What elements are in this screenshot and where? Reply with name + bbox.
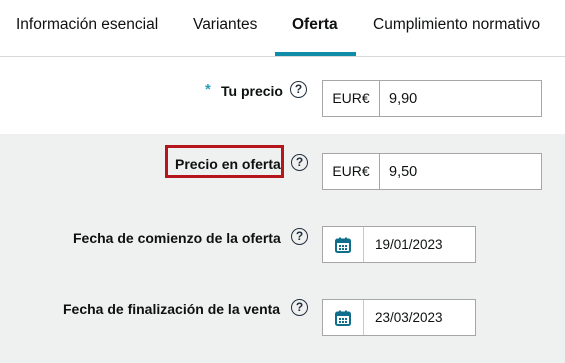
sale-end-date-input[interactable]: [364, 300, 475, 335]
help-icon[interactable]: ?: [290, 81, 307, 98]
calendar-icon[interactable]: [323, 227, 364, 262]
tab-bar: Información esencial Variantes Oferta Cu…: [0, 0, 565, 57]
sale-price-input[interactable]: [380, 154, 539, 189]
price-input[interactable]: [380, 81, 539, 116]
tab-variantes[interactable]: Variantes: [193, 0, 257, 55]
sale-start-date-field: [322, 226, 476, 263]
sale-start-label: Fecha de comienzo de la oferta: [73, 230, 281, 246]
currency-label: EUR€: [323, 81, 380, 116]
price-label: Tu precio: [221, 83, 283, 99]
sale-price-label: Precio en oferta: [175, 156, 281, 172]
currency-label: EUR€: [323, 154, 380, 189]
price-input-group: EUR€: [322, 80, 542, 117]
tab-cumplimiento-normativo[interactable]: Cumplimiento normativo: [373, 0, 540, 55]
calendar-icon[interactable]: [323, 300, 364, 335]
required-asterisk: *: [205, 81, 211, 98]
tab-oferta[interactable]: Oferta: [292, 0, 338, 55]
help-icon[interactable]: ?: [291, 154, 308, 171]
active-tab-indicator: [275, 52, 356, 56]
sale-price-input-group: EUR€: [322, 153, 542, 190]
sale-start-date-input[interactable]: [364, 227, 475, 262]
sale-end-date-field: [322, 299, 476, 336]
help-icon[interactable]: ?: [291, 299, 308, 316]
help-icon[interactable]: ?: [291, 228, 308, 245]
tab-informacion-esencial[interactable]: Información esencial: [16, 0, 158, 55]
sale-end-label: Fecha de finalización de la venta: [63, 301, 281, 317]
